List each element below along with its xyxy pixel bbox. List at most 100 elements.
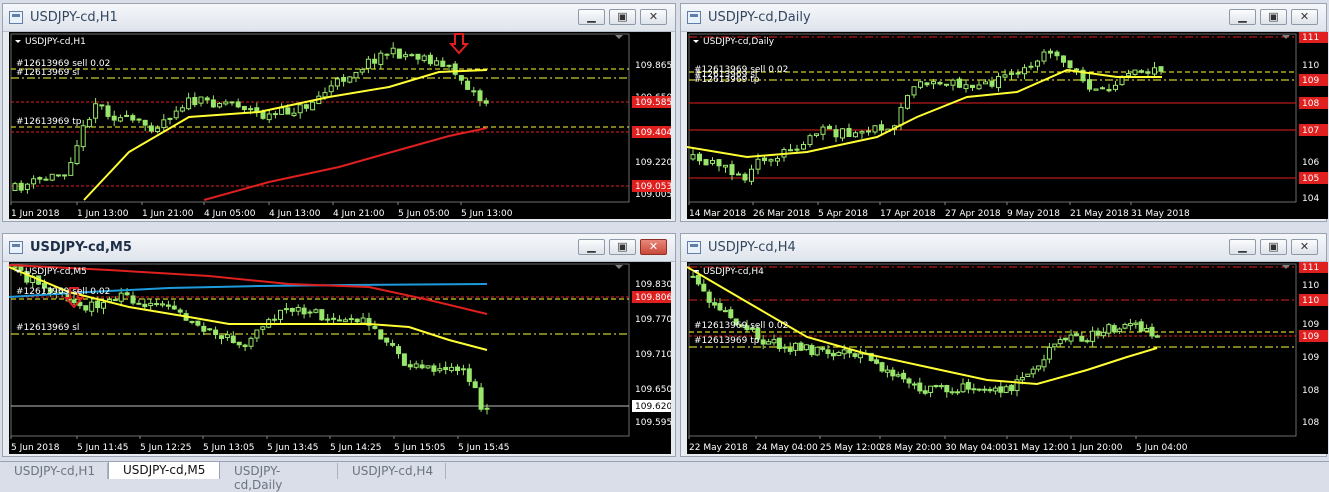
candlestick — [458, 74, 464, 85]
candlestick — [478, 383, 484, 412]
candlestick — [836, 350, 842, 357]
candlestick — [425, 365, 431, 370]
candlestick — [701, 279, 707, 292]
price-tag: 109.404 — [632, 126, 671, 138]
candlestick — [1014, 374, 1020, 397]
close-button[interactable]: ✕ — [1291, 239, 1318, 255]
candlestick — [49, 173, 55, 182]
candlestick — [788, 143, 793, 152]
candlestick — [160, 300, 165, 308]
title-bar[interactable]: USDJPY-cd,H4 ▁ ▣ ✕ — [681, 234, 1326, 262]
candlestick — [142, 298, 148, 310]
chart-menu-triangle-icon[interactable] — [693, 40, 699, 43]
candlestick — [987, 386, 993, 394]
close-button[interactable]: ✕ — [640, 239, 667, 255]
price-chart[interactable]: USDJPY-cd,M5 #12613969 sell 0.02 #12613969… — [9, 262, 671, 454]
candlestick — [866, 126, 871, 136]
maximize-button[interactable]: ▣ — [1260, 9, 1287, 25]
candlestick — [154, 299, 160, 307]
candlestick — [483, 97, 489, 107]
candlestick — [460, 364, 466, 376]
tab-usdjpy-m5[interactable]: USDJPY-cd,M5 — [108, 461, 220, 479]
maximize-button[interactable]: ▣ — [1260, 239, 1287, 255]
candlestick — [55, 174, 61, 178]
candlestick — [933, 384, 939, 389]
chart-window-h1[interactable]: USDJPY-cd,H1 ▁ ▣ ✕ USDJPY-cd,H1 #12613969… — [2, 3, 676, 222]
candlestick — [710, 157, 715, 166]
window-title: USDJPY-cd,H1 — [30, 10, 118, 25]
price-axis-label: 104 — [1302, 194, 1319, 204]
candlestick — [421, 53, 427, 63]
chart-menu-triangle-icon[interactable] — [15, 40, 21, 43]
candlestick — [917, 377, 923, 394]
candlestick — [1054, 49, 1060, 61]
price-chart[interactable]: USDJPY-cd,H4 #12613969 sell 0.02 #12613969… — [687, 262, 1328, 454]
scroll-marker-icon — [615, 265, 623, 269]
minimize-button[interactable]: ▁ — [1229, 239, 1256, 255]
svg-text:111: 111 — [1302, 33, 1319, 43]
price-chart[interactable]: USDJPY-cd,H1 #12613969 sell 0.02 #12613969… — [9, 32, 671, 219]
candlestick — [230, 331, 236, 344]
title-bar[interactable]: USDJPY-cd,H1 ▁ ▣ ✕ — [3, 4, 675, 32]
chart-canvas[interactable]: USDJPY-cd,Daily#12613969 sell 0.02#12613… — [687, 32, 1328, 219]
time-axis-label: 5 Jun 15:45 — [458, 443, 509, 453]
title-bar[interactable]: USDJPY-cd,M5 ▁ ▣ ✕ — [3, 234, 675, 262]
candlestick — [853, 130, 858, 138]
chart-canvas[interactable]: USDJPY-cd,H4 #12613969 sell 0.02 #12613969… — [687, 262, 1328, 454]
chart-window-h4[interactable]: USDJPY-cd,H4 ▁ ▣ ✕ USDJPY-cd,H4 #12613969… — [680, 233, 1328, 457]
candlestick — [879, 120, 884, 135]
maximize-button[interactable]: ▣ — [609, 9, 636, 25]
candlestick — [173, 106, 179, 120]
svg-text:109.806: 109.806 — [635, 293, 671, 303]
price-tag: 109.806 — [632, 291, 671, 303]
window-title: USDJPY-cd,H4 — [708, 240, 796, 255]
candlestick — [235, 98, 241, 109]
chart-window-daily[interactable]: USDJPY-cd,Daily ▁ ▣ ✕ USDJPY-cd,Daily #12… — [680, 3, 1328, 222]
time-axis-label: 4 Jun 21:00 — [333, 209, 385, 219]
chart-window-m5[interactable]: USDJPY-cd,M5 ▁ ▣ ✕ USDJPY-cd,M5 #12613969… — [2, 233, 676, 457]
title-bar[interactable]: USDJPY-cd,Daily ▁ ▣ ✕ — [681, 4, 1326, 32]
candlestick — [1063, 337, 1069, 343]
candlestick — [224, 330, 230, 341]
time-axis-label: 1 Jun 13:00 — [77, 209, 129, 219]
candlestick — [1139, 69, 1144, 74]
minimize-button[interactable]: ▁ — [578, 239, 605, 255]
candlestick — [1057, 336, 1063, 348]
candlestick — [31, 175, 37, 189]
candlestick — [1015, 69, 1021, 79]
svg-text:111: 111 — [1302, 263, 1319, 273]
candlestick — [328, 80, 334, 96]
close-button[interactable]: ✕ — [640, 9, 667, 25]
close-button[interactable]: ✕ — [1291, 9, 1318, 25]
candlestick — [970, 84, 975, 92]
candlestick — [307, 309, 313, 318]
maximize-button[interactable]: ▣ — [609, 239, 636, 255]
candlestick — [1133, 320, 1139, 329]
candlestick — [195, 320, 201, 327]
price-axis-label: 109.220 — [635, 158, 671, 168]
candlestick — [1100, 86, 1105, 90]
candlestick — [254, 102, 260, 117]
price-axis-label: 109.595 — [635, 418, 671, 428]
candlestick — [130, 291, 136, 306]
candlestick — [223, 99, 229, 106]
candlestick — [89, 296, 95, 317]
candlestick — [996, 72, 1001, 92]
price-axis-label: 109.865 — [635, 61, 671, 71]
candlestick — [378, 50, 384, 69]
chart-canvas[interactable]: USDJPY-cd,H1#12613969 sell 0.02#12613969… — [9, 32, 671, 219]
minimize-button[interactable]: ▁ — [578, 9, 605, 25]
candlestick — [83, 305, 89, 313]
candlestick — [963, 79, 969, 93]
candlestick — [949, 387, 955, 395]
time-axis-label: 31 May 12:00 — [1007, 443, 1069, 453]
candlestick — [776, 337, 782, 352]
candlestick — [455, 364, 460, 376]
chart-canvas[interactable]: USDJPY-cd,M5 #12613969 sell 0.02 #12613969… — [9, 262, 671, 454]
price-chart[interactable]: USDJPY-cd,Daily #12613969 sell 0.02 #12613… — [687, 32, 1328, 219]
candlestick — [101, 300, 106, 315]
candlestick — [1079, 331, 1085, 342]
minimize-button[interactable]: ▁ — [1229, 9, 1256, 25]
time-axis-label: 5 Jun 13:05 — [203, 443, 254, 453]
candlestick — [922, 385, 928, 396]
